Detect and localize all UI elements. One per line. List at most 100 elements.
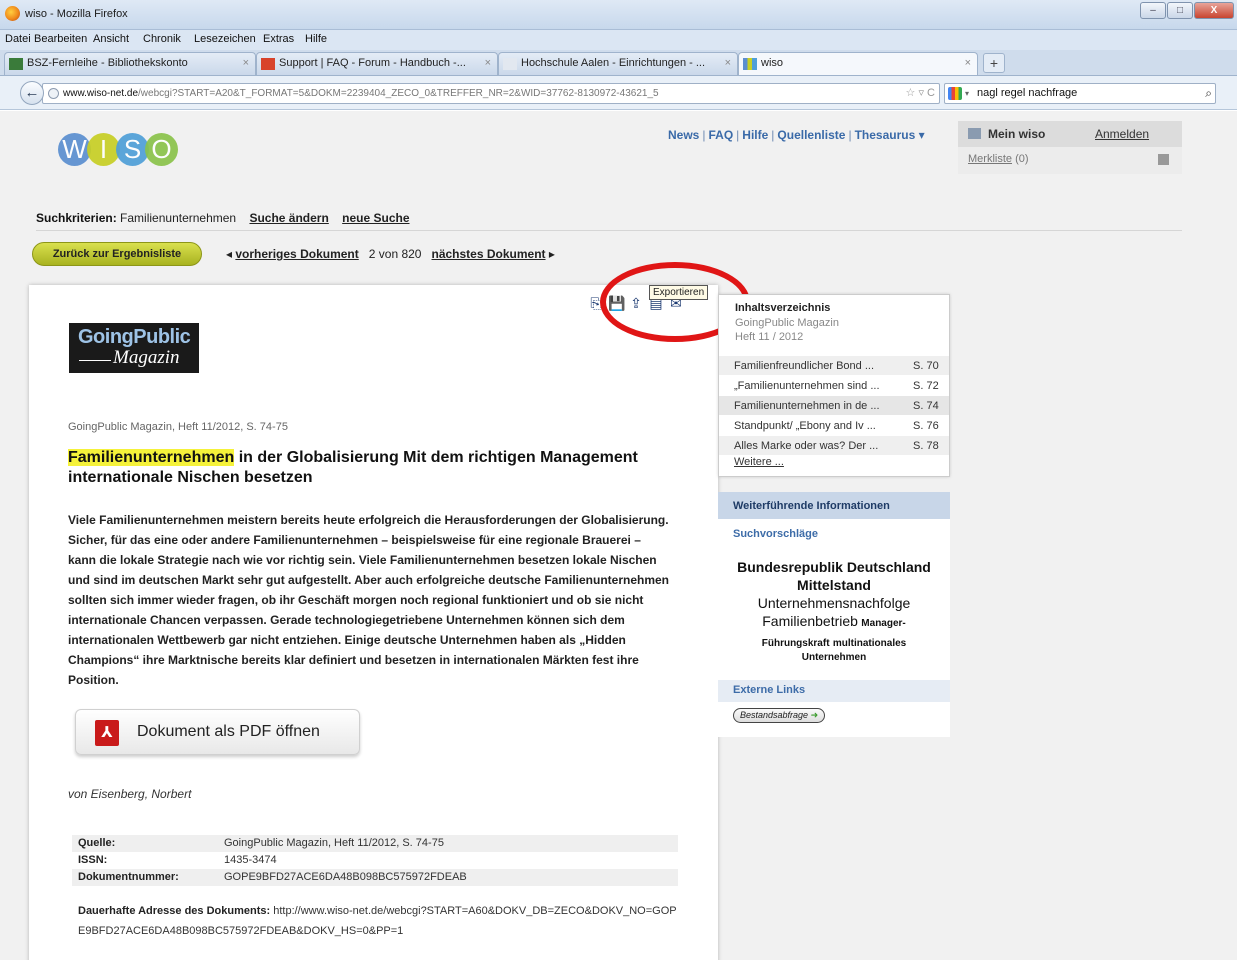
google-icon[interactable]: [948, 87, 962, 100]
nav-news[interactable]: News: [668, 128, 699, 142]
table-row: ISSN: 1435-3474: [72, 852, 678, 869]
article-title: Familienunternehmen in der Globalisierun…: [68, 448, 668, 488]
menu-datei[interactable]: Datei: [5, 33, 31, 45]
nav-thesaurus[interactable]: Thesaurus ▾: [855, 128, 925, 142]
toc-list: Familienfreundlicher Bond ... S. 70 „Fami…: [719, 355, 949, 455]
menu-bearbeiten[interactable]: Bearbeiten: [34, 33, 87, 45]
toc-item-title: Alles Marke oder was? Der ...: [734, 440, 879, 452]
anmelden-link[interactable]: Anmelden: [1095, 127, 1149, 141]
menu-ansicht[interactable]: Ansicht: [93, 33, 129, 45]
toc-title: Inhaltsverzeichnis: [735, 302, 831, 314]
tab-close-icon[interactable]: ×: [485, 53, 491, 74]
window-titlebar: wiso - Mozilla Firefox – □ X: [0, 0, 1237, 30]
document-navigation: ◂ vorheriges Dokument 2 von 820 nächstes…: [226, 247, 555, 261]
nav-separator: |: [771, 128, 775, 142]
tab-bar: BSZ-Fernleihe - Bibliothekskonto × Suppo…: [0, 50, 1237, 76]
publisher-logo-dash: [79, 360, 111, 361]
tag-link[interactable]: Familienbetrieb: [762, 613, 858, 629]
toc-more-link[interactable]: Weitere ...: [734, 456, 784, 468]
table-of-contents: Inhaltsverzeichnis GoingPublic Magazin H…: [718, 294, 950, 477]
url-bar[interactable]: www.wiso-net.de/webcgi?START=A20&T_FORMA…: [42, 83, 940, 104]
merkliste-label: Merkliste: [968, 153, 1013, 165]
new-search-link[interactable]: neue Suche: [342, 211, 409, 225]
availability-check-label: Bestandsabfrage: [740, 710, 809, 720]
tab-label: wiso: [761, 57, 784, 69]
menu-chronik[interactable]: Chronik: [143, 33, 181, 45]
external-links-header: Externe Links: [718, 680, 950, 702]
tag-link[interactable]: Führungskraft: [762, 638, 830, 649]
meta-value: GoingPublic Magazin, Heft 11/2012, S. 74…: [224, 837, 444, 849]
nav-hilfe[interactable]: Hilfe: [742, 128, 768, 142]
tab-close-icon[interactable]: ×: [965, 53, 971, 74]
merkliste-icon[interactable]: [1158, 154, 1169, 165]
previous-document-link[interactable]: vorheriges Dokument: [235, 247, 358, 261]
tab-wiso[interactable]: wiso ×: [738, 52, 978, 75]
toc-item-page: S. 72: [913, 380, 939, 392]
tag-link[interactable]: Mittelstand: [718, 576, 950, 594]
wiso-favicon-icon: [743, 58, 757, 70]
open-pdf-button[interactable]: ⅄ Dokument als PDF öffnen: [75, 709, 360, 755]
tab-close-icon[interactable]: ×: [243, 53, 249, 74]
minimize-button[interactable]: –: [1140, 2, 1166, 19]
tag-link[interactable]: Bundesrepublik Deutschland: [718, 558, 950, 576]
meta-key: Dokumentnummer:: [78, 871, 179, 883]
permanent-address-label: Dauerhafte Adresse des Dokuments:: [78, 905, 271, 917]
list-item[interactable]: Standpunkt/ „Ebony and Iv ... S. 76: [719, 415, 949, 435]
list-item-current[interactable]: Familienunternehmen in de ... S. 74: [719, 395, 949, 415]
url-path: /webcgi?START=A20&T_FORMAT=5&DOKM=223940…: [138, 88, 659, 99]
user-row: Mein wiso Anmelden: [958, 121, 1182, 147]
suggestions-header: Suchvorschläge: [733, 528, 818, 540]
page: W I S O News | FAQ | Hilfe | Quellenliste | Thes…: [0, 111, 1237, 960]
search-criteria: Suchkriterien: Familienunternehmen Suche…: [36, 211, 410, 225]
toc-item-page: S. 76: [913, 420, 939, 432]
title-highlight: Familienunternehmen: [68, 449, 235, 466]
menu-hilfe[interactable]: Hilfe: [305, 33, 327, 45]
close-window-button[interactable]: X: [1194, 2, 1234, 19]
tag-cloud: Bundesrepublik Deutschland Mittelstand U…: [718, 558, 950, 665]
search-icon[interactable]: ⌕: [1205, 84, 1212, 103]
list-item[interactable]: Familienfreundlicher Bond ... S. 70: [719, 355, 949, 375]
tab-hochschule-aalen[interactable]: Hochschule Aalen - Einrichtungen - ... ×: [498, 52, 738, 75]
nav-quellenliste[interactable]: Quellenliste: [777, 128, 845, 142]
nav-faq[interactable]: FAQ: [708, 128, 733, 142]
tab-support-faq[interactable]: Support | FAQ - Forum - Handbuch -... ×: [256, 52, 498, 75]
tag-link[interactable]: Manager-: [861, 618, 905, 629]
menu-extras[interactable]: Extras: [263, 33, 294, 45]
open-pdf-label: Dokument als PDF öffnen: [137, 723, 320, 740]
tab-close-icon[interactable]: ×: [725, 53, 731, 74]
back-to-results-button[interactable]: Zurück zur Ergebnisliste: [32, 242, 202, 266]
search-input[interactable]: ▾ nagl regel nachfrage ⌕: [944, 83, 1216, 104]
tab-label: Hochschule Aalen - Einrichtungen - ...: [521, 57, 706, 69]
maximize-button[interactable]: □: [1167, 2, 1193, 19]
new-tab-button[interactable]: +: [983, 53, 1005, 73]
support-favicon-icon: [261, 58, 275, 70]
toc-issue: Heft 11 / 2012: [735, 331, 804, 343]
window-title: wiso - Mozilla Firefox: [25, 8, 128, 20]
meta-key: Quelle:: [78, 837, 116, 849]
tab-bsz-fernleihe[interactable]: BSZ-Fernleihe - Bibliothekskonto ×: [4, 52, 256, 75]
search-engine-dropdown-icon[interactable]: ▾: [965, 84, 969, 103]
list-item[interactable]: „Familienunternehmen sind ... S. 72: [719, 375, 949, 395]
merkliste-link[interactable]: Merkliste (0): [968, 153, 1029, 165]
top-navigation: News | FAQ | Hilfe | Quellenliste | Thesaurus ▾: [668, 128, 925, 142]
criteria-value: Familienunternehmen: [120, 211, 237, 225]
merkliste-count: (0): [1015, 153, 1029, 165]
tag-link[interactable]: Unternehmen: [718, 651, 950, 665]
mein-wiso-label[interactable]: Mein wiso: [988, 127, 1045, 141]
publisher-logo: GoingPublic Magazin: [69, 323, 199, 373]
document-position: 2 von 820: [368, 247, 422, 261]
list-item[interactable]: Alles Marke oder was? Der ... S. 78: [719, 435, 949, 455]
change-search-link[interactable]: Suche ändern: [249, 211, 328, 225]
menu-lesezeichen[interactable]: Lesezeichen: [194, 33, 256, 45]
arrow-right-icon: ➜: [810, 710, 819, 720]
bookmark-reload-icons[interactable]: ☆ ▿ C: [906, 84, 935, 103]
site-identity-icon[interactable]: [48, 88, 59, 99]
back-button[interactable]: ←: [20, 81, 44, 105]
tag-link[interactable]: Unternehmensnachfolge: [718, 594, 950, 612]
next-document-link[interactable]: nächstes Dokument: [432, 247, 546, 261]
wiso-logo[interactable]: W I S O: [58, 133, 178, 166]
pdf-icon: ⅄: [95, 720, 119, 746]
tag-link[interactable]: multinationales: [833, 638, 906, 649]
further-information-header: Weiterführende Informationen: [718, 492, 950, 519]
availability-check-button[interactable]: Bestandsabfrage ➜: [733, 708, 826, 723]
